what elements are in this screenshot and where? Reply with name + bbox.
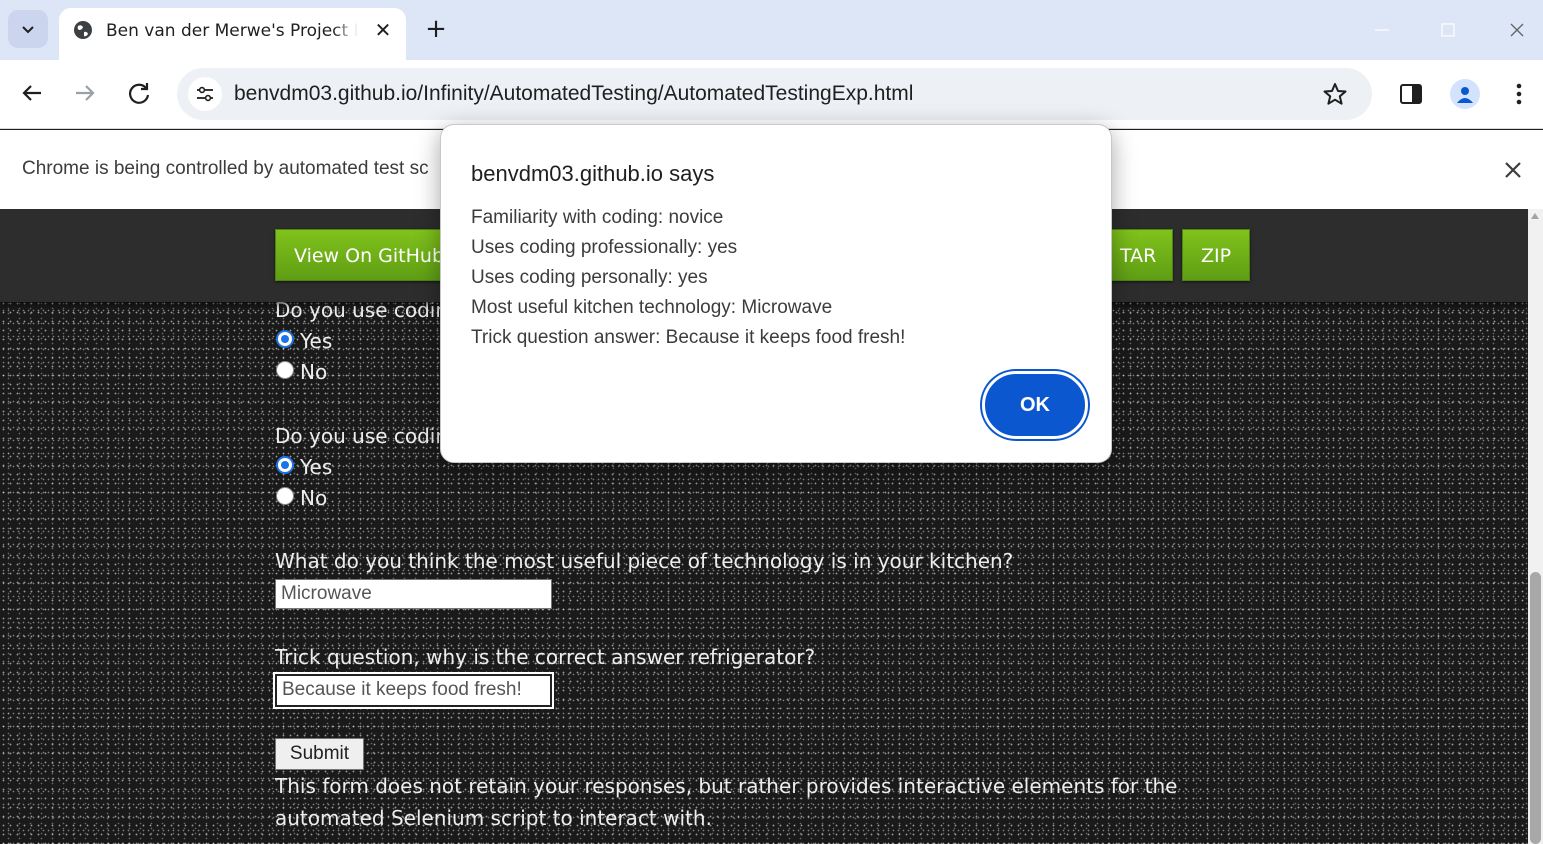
active-tab[interactable]: Ben van der Merwe's Project R ✕ bbox=[59, 8, 406, 60]
more-menu-icon[interactable] bbox=[1506, 80, 1532, 108]
reload-icon[interactable] bbox=[124, 78, 154, 108]
label-personal-no: No bbox=[300, 486, 328, 510]
tab-search-button[interactable] bbox=[8, 10, 48, 48]
infobar-message: Chrome is being controlled by automated … bbox=[22, 158, 429, 179]
dialog-line-professional: Uses coding professionally: yes bbox=[471, 237, 738, 258]
new-tab-button[interactable]: + bbox=[421, 14, 451, 44]
window-close-icon[interactable] bbox=[1505, 18, 1529, 42]
profile-avatar[interactable] bbox=[1450, 79, 1480, 109]
submit-button[interactable]: Submit bbox=[275, 738, 364, 770]
maximize-icon[interactable] bbox=[1436, 18, 1460, 42]
dialog-line-personal: Uses coding personally: yes bbox=[471, 267, 708, 288]
dialog-line-kitchen: Most useful kitchen technology: Microwav… bbox=[471, 297, 833, 318]
question-trick: Trick question, why is the correct answe… bbox=[275, 645, 816, 669]
radio-professional-yes[interactable] bbox=[276, 330, 294, 348]
tune-icon bbox=[197, 86, 213, 102]
browser-toolbar: benvdm03.github.io/Infinity/AutomatedTes… bbox=[0, 60, 1543, 129]
label-professional-no: No bbox=[300, 360, 328, 384]
radio-personal-no[interactable] bbox=[276, 487, 294, 505]
person-icon bbox=[1457, 87, 1473, 103]
alert-dialog: benvdm03.github.io says Familiarity with… bbox=[440, 124, 1112, 463]
forward-arrow-icon[interactable] bbox=[70, 78, 100, 108]
dialog-line-familiarity: Familiarity with coding: novice bbox=[471, 207, 724, 228]
page-scrollbar[interactable] bbox=[1528, 209, 1543, 844]
tab-title: Ben van der Merwe's Project R bbox=[106, 21, 358, 41]
form-note-line-2: automated Selenium script to interact wi… bbox=[275, 806, 712, 830]
site-info-button[interactable] bbox=[188, 77, 222, 111]
question-personal: Do you use codin bbox=[275, 424, 449, 448]
label-professional-yes: Yes bbox=[300, 329, 333, 353]
url-text[interactable]: benvdm03.github.io/Infinity/AutomatedTes… bbox=[234, 81, 913, 107]
question-kitchen: What do you think the most useful piece … bbox=[275, 549, 1014, 573]
chevron-down-icon bbox=[22, 26, 34, 34]
label-personal-yes: Yes bbox=[300, 455, 333, 479]
minimize-icon[interactable] bbox=[1370, 18, 1394, 42]
dialog-line-trick: Trick question answer: Because it keeps … bbox=[471, 327, 906, 348]
download-zip-button[interactable]: ZIP bbox=[1182, 229, 1250, 281]
ok-button[interactable]: OK bbox=[982, 371, 1088, 439]
globe-icon bbox=[74, 21, 92, 39]
radio-professional-no[interactable] bbox=[276, 361, 294, 379]
radio-personal-yes[interactable] bbox=[276, 456, 294, 474]
infobar-close-icon[interactable] bbox=[1501, 158, 1525, 182]
bookmark-star-icon[interactable] bbox=[1322, 81, 1348, 107]
dialog-title: benvdm03.github.io says bbox=[471, 161, 715, 186]
tab-strip: Ben van der Merwe's Project R ✕ + bbox=[0, 0, 1543, 60]
trick-input[interactable]: Because it keeps food fresh! bbox=[273, 672, 554, 709]
back-arrow-icon[interactable] bbox=[17, 78, 47, 108]
scroll-up-arrow-icon[interactable] bbox=[1531, 213, 1539, 219]
side-panel-icon[interactable] bbox=[1399, 82, 1423, 106]
kitchen-input[interactable]: Microwave bbox=[275, 579, 552, 609]
address-bar[interactable]: benvdm03.github.io/Infinity/AutomatedTes… bbox=[177, 68, 1372, 120]
tab-close-icon[interactable]: ✕ bbox=[371, 18, 395, 42]
form-note-line-1: This form does not retain your responses… bbox=[275, 774, 1178, 798]
scroll-thumb[interactable] bbox=[1530, 572, 1541, 844]
